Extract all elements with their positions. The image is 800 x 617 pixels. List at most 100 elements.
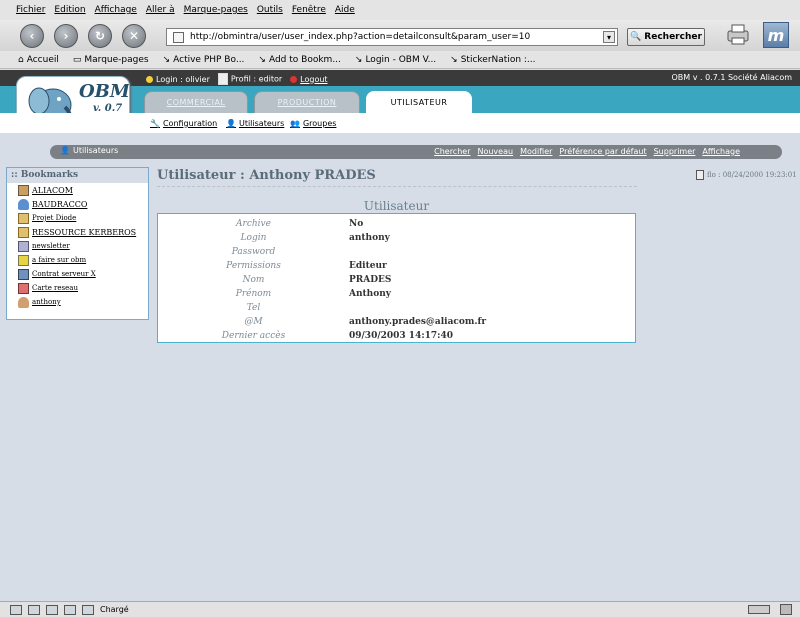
menu-aller[interactable]: Aller à bbox=[146, 5, 175, 15]
back-arrow-icon: ‹ bbox=[29, 28, 35, 43]
status-irc-icon[interactable] bbox=[82, 604, 94, 615]
detail-row: Prénom Anthony bbox=[158, 287, 635, 301]
path-title: 👤 Utilisateurs bbox=[60, 146, 118, 155]
book-icon bbox=[18, 212, 29, 224]
menu-aide[interactable]: Aide bbox=[335, 5, 355, 15]
title-divider bbox=[157, 186, 637, 187]
subnav-groupes[interactable]: 👥 Groupes bbox=[290, 119, 336, 128]
action-nouveau[interactable]: Nouveau bbox=[477, 147, 513, 156]
bookmark-item[interactable]: a faire sur obm bbox=[7, 253, 148, 267]
detail-row: Login anthony bbox=[158, 231, 635, 245]
field-label: @M bbox=[244, 317, 263, 327]
status-address-icon[interactable] bbox=[64, 604, 76, 615]
bookmark-login-obm-label: Login - OBM V... bbox=[365, 54, 437, 65]
bookmark-item-label: anthony bbox=[32, 298, 61, 306]
bookmark-item-label: newsletter bbox=[32, 242, 70, 250]
reload-button[interactable]: ↻ bbox=[88, 23, 112, 48]
path-title-text: Utilisateurs bbox=[72, 146, 119, 155]
tab-commercial[interactable]: COMMERCIAL bbox=[144, 91, 248, 113]
detail-row: Dernier accès 09/30/2003 14:17:40 bbox=[158, 329, 635, 343]
back-button[interactable]: ‹ bbox=[20, 23, 44, 48]
action-links: Chercher Nouveau Modifier Préférence par… bbox=[434, 147, 740, 156]
bookmark-stickernation-label: StickerNation :... bbox=[460, 54, 536, 65]
detail-row: Permissions Editeur bbox=[158, 259, 635, 273]
action-affichage[interactable]: Affichage bbox=[702, 147, 740, 156]
wrench-icon: 🔧 bbox=[150, 119, 160, 128]
field-value: 09/30/2003 14:17:40 bbox=[349, 331, 454, 341]
todo-icon bbox=[18, 254, 29, 266]
section-title: Utilisateur bbox=[363, 199, 430, 213]
login-dot-icon bbox=[146, 75, 153, 83]
bookmark-item[interactable]: ALIACOM bbox=[7, 183, 148, 197]
field-label: Nom bbox=[242, 275, 265, 285]
printer-icon[interactable] bbox=[724, 22, 752, 46]
bookmark-add-to-label: Add to Bookm... bbox=[268, 54, 341, 65]
bookmark-marque-pages[interactable]: ▭ Marque-pages bbox=[73, 55, 149, 65]
contract-icon bbox=[18, 268, 29, 280]
subnav-configuration[interactable]: 🔧 Configuration bbox=[150, 119, 217, 128]
group-icon: 👥 bbox=[290, 119, 300, 128]
detail-row: Archive No bbox=[158, 217, 635, 231]
bookmark-add-to[interactable]: ↘ Add to Bookm... bbox=[258, 55, 340, 65]
logout-link[interactable]: Logout bbox=[290, 74, 328, 84]
menu-fenetre[interactable]: Fenêtre bbox=[292, 5, 326, 15]
menu-edition[interactable]: Edition bbox=[54, 5, 85, 15]
search-button[interactable]: 🔍 Rechercher bbox=[627, 28, 705, 46]
action-modifier[interactable]: Modifier bbox=[520, 147, 552, 156]
home-icon: ⌂ bbox=[18, 54, 24, 65]
bookmark-item-label: ALIACOM bbox=[32, 185, 73, 195]
sub-navigation: 🔧 Configuration 👤 Utilisateurs 👥 Groupes bbox=[0, 113, 800, 133]
book-icon bbox=[18, 226, 29, 238]
detail-row: Password bbox=[158, 245, 635, 259]
bookmark-item[interactable]: newsletter bbox=[7, 239, 148, 253]
browser-statusbar: Chargé bbox=[0, 601, 800, 617]
field-label: Tel bbox=[246, 303, 261, 313]
login-info: Login : olivier bbox=[146, 75, 210, 84]
url-text: http://obmintra/user/user_index.php?acti… bbox=[190, 32, 531, 42]
bookmark-login-obm[interactable]: ↘ Login - OBM V... bbox=[355, 55, 436, 65]
user-icon: 👤 bbox=[60, 146, 70, 155]
logout-text: Logout bbox=[300, 74, 328, 84]
page-icon bbox=[173, 31, 184, 43]
action-supprimer[interactable]: Supprimer bbox=[654, 147, 696, 156]
url-field[interactable]: http://obmintra/user/user_index.php?acti… bbox=[166, 28, 618, 46]
bookmark-item[interactable]: Contrat serveur X bbox=[7, 267, 148, 281]
action-preference[interactable]: Préférence par défaut bbox=[559, 147, 646, 156]
user-icon bbox=[18, 296, 29, 308]
url-dropdown-icon[interactable]: ▾ bbox=[603, 31, 615, 43]
bookmark-item[interactable]: anthony bbox=[7, 295, 148, 309]
tab-production[interactable]: PRODUCTION bbox=[254, 91, 360, 113]
bookmark-accueil[interactable]: ⌂ Accueil bbox=[18, 55, 59, 65]
subnav-groupes-label: Groupes bbox=[302, 119, 337, 128]
bookmark-item-label: a faire sur obm bbox=[32, 256, 87, 264]
bookmark-item-label: Carte reseau bbox=[32, 284, 78, 292]
connection-icon bbox=[748, 605, 770, 614]
status-mail-icon[interactable] bbox=[28, 604, 40, 615]
subnav-utilisateurs[interactable]: 👤 Utilisateurs bbox=[226, 119, 284, 128]
bookmark-item[interactable]: Projet Diode bbox=[7, 211, 148, 225]
status-compose-icon[interactable] bbox=[46, 604, 58, 615]
field-value: Anthony bbox=[349, 289, 392, 299]
bookmark-stickernation[interactable]: ↘ StickerNation :... bbox=[450, 55, 535, 65]
bookmarks-panel: :: Bookmarks ALIACOM BAUDRACCO Projet Di… bbox=[6, 167, 149, 320]
action-chercher[interactable]: Chercher bbox=[434, 147, 470, 156]
status-grid-icon[interactable] bbox=[10, 604, 22, 615]
link-icon: ↘ bbox=[354, 54, 363, 65]
bookmark-active-php[interactable]: ↘ Active PHP Bo... bbox=[163, 55, 245, 65]
menu-affichage[interactable]: Affichage bbox=[95, 5, 137, 15]
stop-icon: ✕ bbox=[128, 28, 140, 43]
menu-fichier[interactable]: Fichier bbox=[16, 5, 45, 15]
bookmark-item[interactable]: RESSOURCE KERBEROS bbox=[7, 225, 148, 239]
forward-button[interactable]: › bbox=[54, 23, 78, 48]
tab-utilisateur[interactable]: UTILISATEUR bbox=[366, 91, 472, 113]
bookmark-item[interactable]: BAUDRACCO bbox=[7, 197, 148, 211]
company-icon bbox=[18, 184, 29, 196]
menu-outils[interactable]: Outils bbox=[257, 5, 283, 15]
stop-button[interactable]: ✕ bbox=[122, 23, 146, 48]
link-icon: ↘ bbox=[258, 54, 266, 65]
menu-marque-pages[interactable]: Marque-pages bbox=[184, 5, 248, 15]
tab-production-label: PRODUCTION bbox=[277, 98, 337, 107]
bookmark-item[interactable]: Carte reseau bbox=[7, 281, 148, 295]
status-text: Chargé bbox=[100, 605, 129, 614]
field-value: PRADES bbox=[349, 275, 392, 285]
